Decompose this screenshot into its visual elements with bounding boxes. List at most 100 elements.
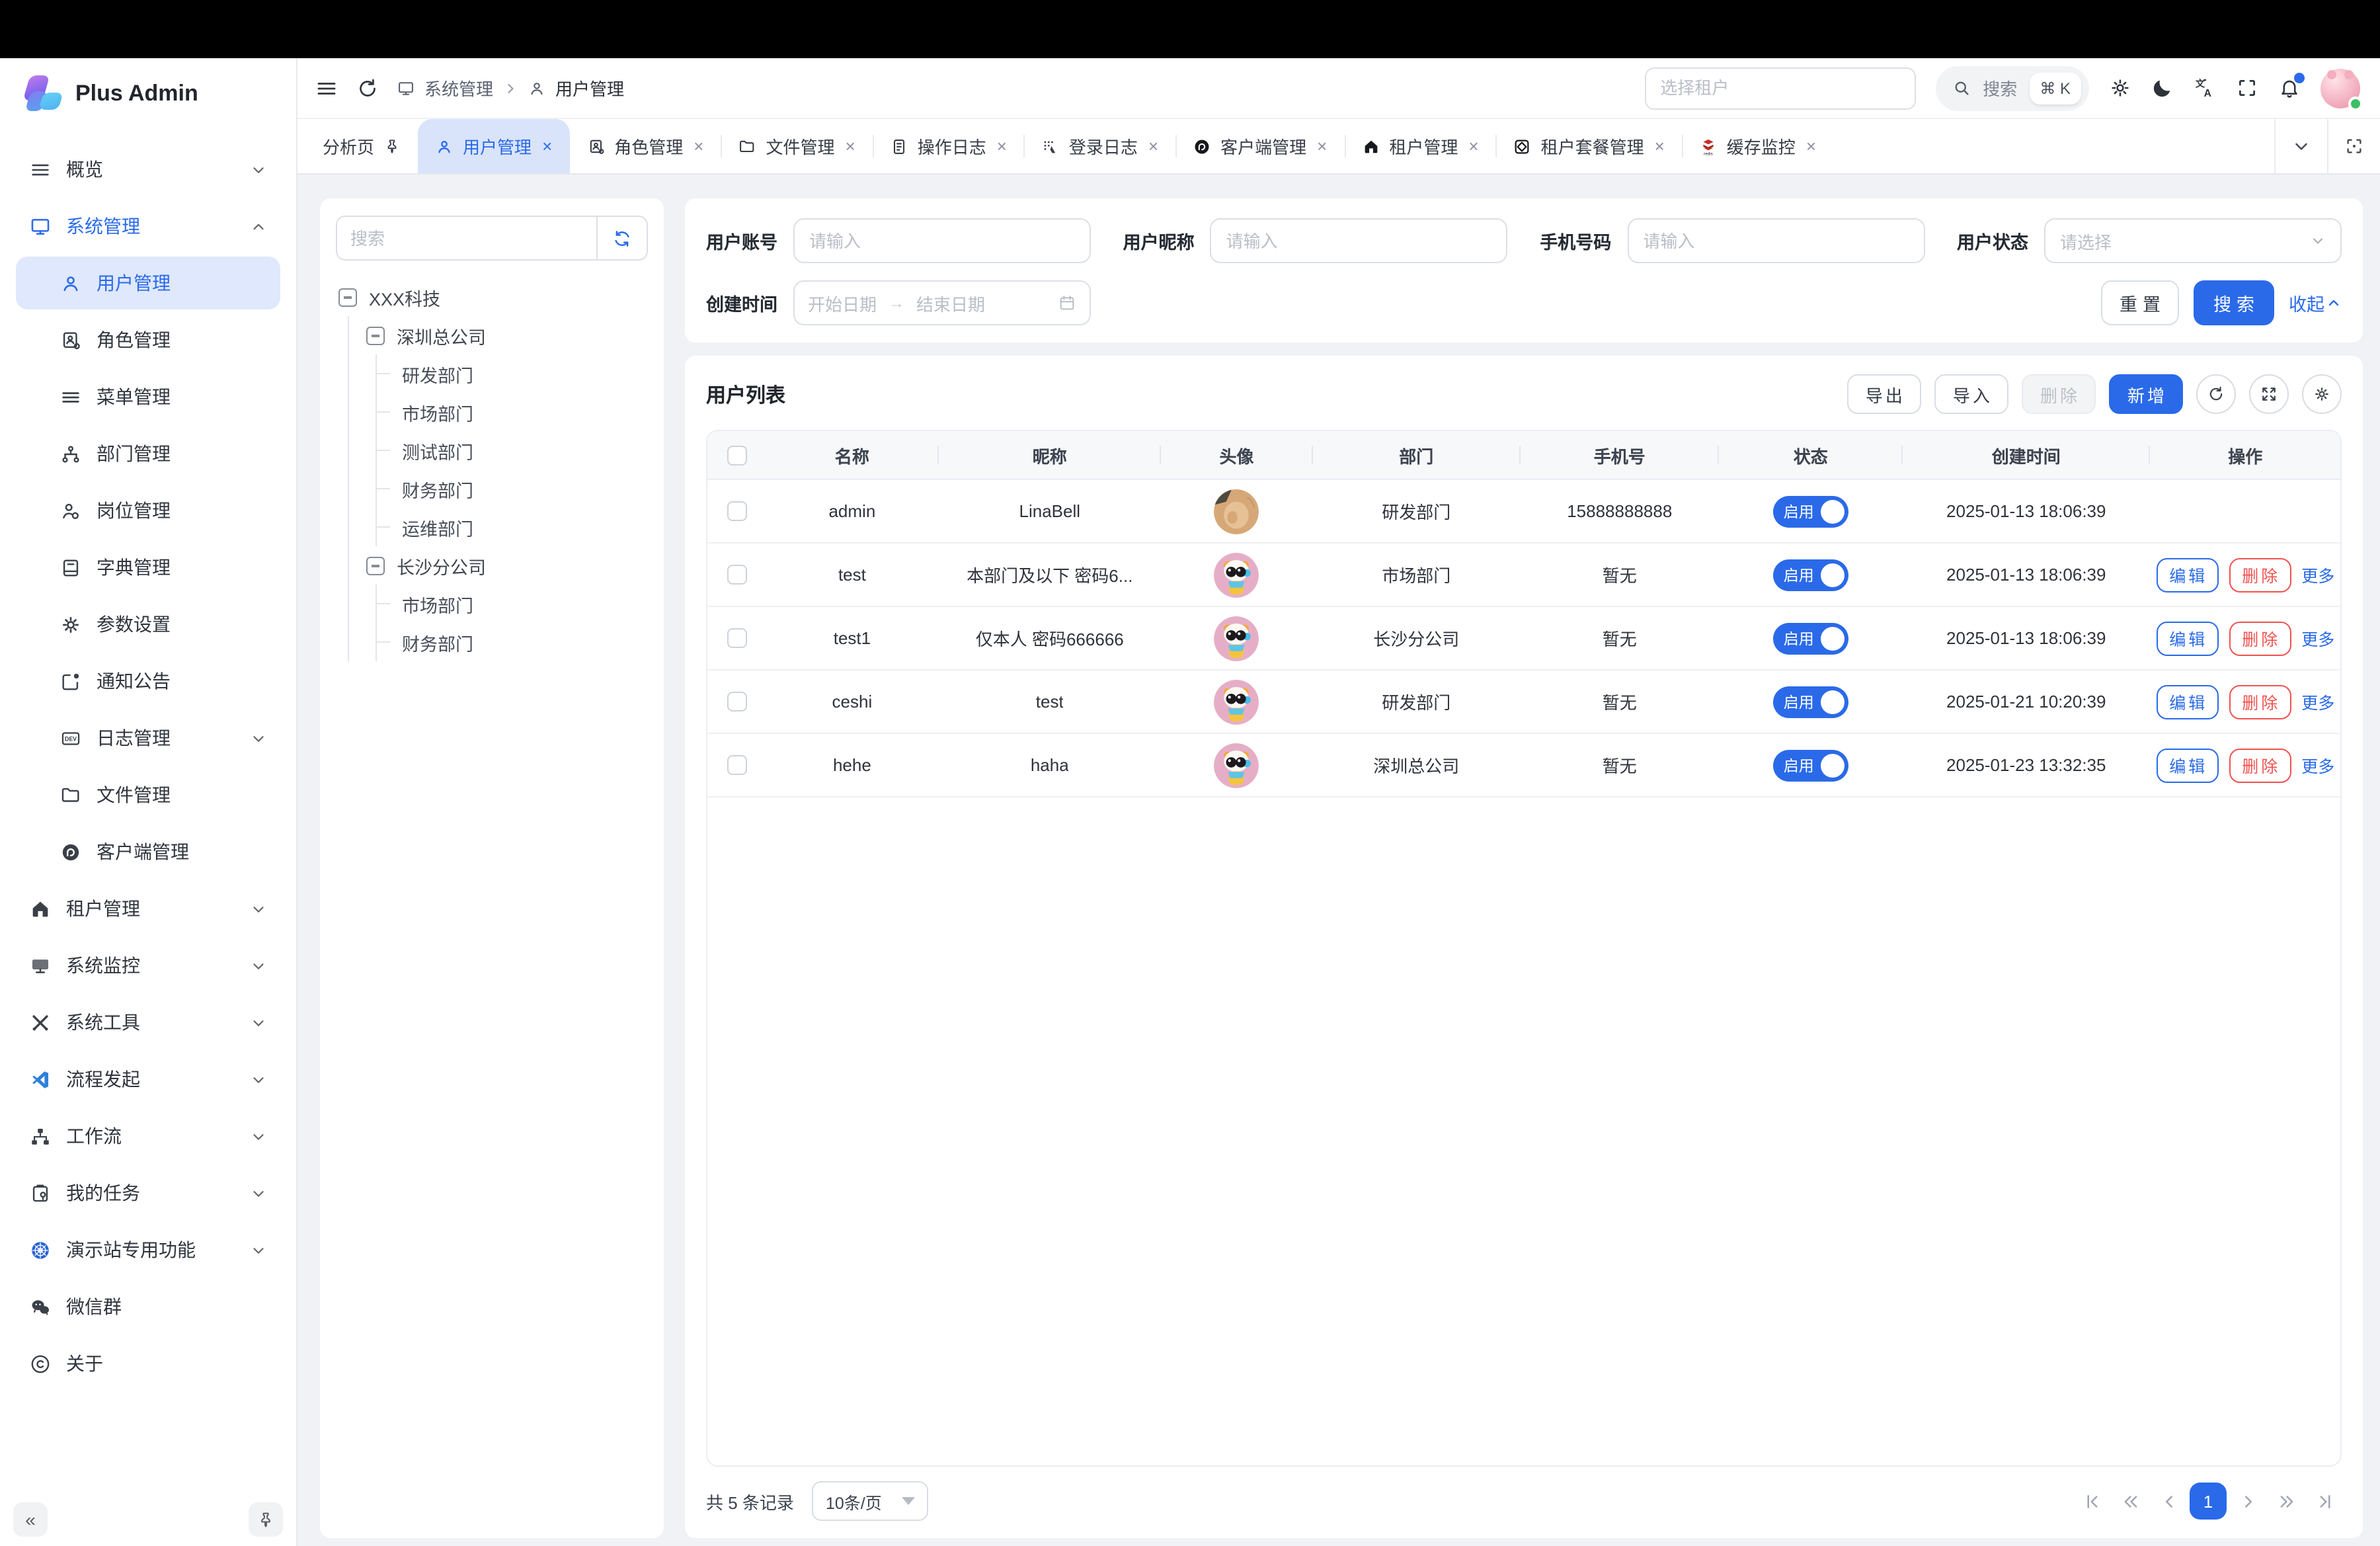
sidebar-item-post-management[interactable]: 岗位管理 <box>16 484 280 537</box>
translate-icon[interactable]: 文A <box>2194 77 2216 99</box>
status-toggle[interactable]: 启用 <box>1773 622 1848 654</box>
status-toggle[interactable]: 启用 <box>1773 749 1848 781</box>
user-avatar[interactable] <box>2320 68 2360 108</box>
sidebar-item-tenant-management[interactable]: 租户管理 <box>16 882 280 935</box>
tree-node[interactable]: 研发部门 <box>394 354 648 393</box>
tree-node[interactable]: 市场部门 <box>394 585 648 623</box>
close-icon[interactable]: × <box>1148 138 1158 155</box>
delete-row-button[interactable]: 删除 <box>2229 748 2291 782</box>
table-refresh-button[interactable] <box>2196 374 2236 414</box>
nickname-input[interactable] <box>1210 218 1508 263</box>
last-page-button[interactable] <box>2307 1483 2342 1520</box>
page-number-button[interactable]: 1 <box>2190 1483 2227 1520</box>
collapse-filter-link[interactable]: 收起 <box>2289 290 2342 316</box>
sidebar-item-role-management[interactable]: 角色管理 <box>16 313 280 366</box>
prev-page-button[interactable] <box>2151 1483 2186 1520</box>
more-button[interactable]: 更多 <box>2301 689 2334 714</box>
tree-node[interactable]: 深圳总公司 <box>366 316 648 354</box>
close-icon[interactable]: × <box>1655 138 1665 155</box>
row-checkbox[interactable] <box>727 755 746 775</box>
edit-button[interactable]: 编辑 <box>2156 684 2218 719</box>
tab-tenant-package[interactable]: 租户套餐管理 × <box>1496 119 1682 173</box>
import-button[interactable]: 导入 <box>1934 374 2008 414</box>
more-button[interactable]: 更多 <box>2301 753 2334 778</box>
breadcrumb-item[interactable]: 系统管理 <box>424 75 493 101</box>
status-select[interactable]: 请选择 <box>2044 218 2342 263</box>
table-settings-button[interactable] <box>2302 374 2342 414</box>
phone-input[interactable] <box>1627 218 1924 263</box>
tabs-dropdown-button[interactable] <box>2274 119 2327 173</box>
row-checkbox[interactable] <box>727 501 746 521</box>
edit-button[interactable]: 编辑 <box>2156 621 2218 655</box>
sidebar-item-wechat-group[interactable]: 微信群 <box>16 1280 280 1333</box>
edit-button[interactable]: 编辑 <box>2156 748 2218 782</box>
close-icon[interactable]: × <box>542 138 552 155</box>
sidebar-item-notice[interactable]: 通知公告 <box>16 655 280 708</box>
tree-node[interactable]: 长沙分公司 <box>366 546 648 585</box>
row-checkbox[interactable] <box>727 628 746 648</box>
close-icon[interactable]: × <box>694 138 703 155</box>
tree-node[interactable]: 运维部门 <box>394 508 648 546</box>
tree-node[interactable]: 财务部门 <box>394 469 648 508</box>
sidebar-item-dict-management[interactable]: 字典管理 <box>16 541 280 594</box>
tab-client-management[interactable]: 客户端管理 × <box>1175 119 1344 173</box>
tree-node[interactable]: 财务部门 <box>394 623 648 661</box>
sidebar-item-system-management[interactable]: 系统管理 <box>16 200 280 253</box>
edit-button[interactable]: 编辑 <box>2156 557 2218 592</box>
tab-analysis[interactable]: 分析页 <box>305 119 418 173</box>
sidebar-collapse-button[interactable]: « <box>13 1502 48 1537</box>
collapse-box-icon[interactable] <box>366 556 385 575</box>
sidebar-item-system-monitor[interactable]: 系统监控 <box>16 939 280 992</box>
content-fullscreen-button[interactable] <box>2327 119 2380 173</box>
tab-tenant-management[interactable]: 租户管理 × <box>1344 119 1495 173</box>
sidebar-item-log-management[interactable]: DEV 日志管理 <box>16 712 280 764</box>
delete-row-button[interactable]: 删除 <box>2229 557 2291 592</box>
collapse-box-icon[interactable] <box>366 326 385 345</box>
close-icon[interactable]: × <box>1317 138 1327 155</box>
status-toggle[interactable]: 启用 <box>1773 495 1848 527</box>
tab-user-management[interactable]: 用户管理 × <box>418 119 569 173</box>
export-button[interactable]: 导出 <box>1847 374 1921 414</box>
prev-5-pages-button[interactable] <box>2113 1483 2147 1520</box>
sidebar-item-workflow[interactable]: 工作流 <box>16 1110 280 1162</box>
search-button[interactable]: 搜索 <box>2194 280 2274 325</box>
tree-node[interactable]: 市场部门 <box>394 393 648 431</box>
next-5-pages-button[interactable] <box>2269 1483 2303 1520</box>
page-size-select[interactable]: 10条/页 <box>813 1481 929 1521</box>
close-icon[interactable]: × <box>997 138 1007 155</box>
sidebar-item-file-management[interactable]: 文件管理 <box>16 768 280 821</box>
sidebar-item-demo-features[interactable]: 演示站专用功能 <box>16 1223 280 1276</box>
notifications-button[interactable] <box>2278 77 2301 99</box>
sidebar-item-client-management[interactable]: 客户端管理 <box>16 825 280 878</box>
hamburger-icon[interactable] <box>315 76 338 100</box>
refresh-icon[interactable] <box>356 76 379 100</box>
sidebar-item-dept-management[interactable]: 部门管理 <box>16 427 280 480</box>
sidebar-item-param-settings[interactable]: 参数设置 <box>16 598 280 651</box>
sidebar-item-menu-management[interactable]: 菜单管理 <box>16 370 280 423</box>
close-icon[interactable]: × <box>1806 138 1816 155</box>
more-button[interactable]: 更多 <box>2301 626 2334 651</box>
tab-file-management[interactable]: 文件管理 × <box>721 119 872 173</box>
tab-role-management[interactable]: 角色管理 × <box>569 119 721 173</box>
sidebar-item-user-management[interactable]: 用户管理 <box>16 257 280 309</box>
account-input[interactable] <box>793 218 1091 263</box>
sidebar-item-overview[interactable]: 概览 <box>16 143 280 196</box>
table-fullscreen-button[interactable] <box>2249 374 2289 414</box>
tab-cache-monitor[interactable]: redis 缓存监控 × <box>1682 119 1833 173</box>
date-range-picker[interactable]: 开始日期 → 结束日期 <box>793 280 1091 325</box>
close-icon[interactable]: × <box>1468 138 1478 155</box>
first-page-button[interactable] <box>2075 1483 2109 1520</box>
sidebar-item-about[interactable]: 关于 <box>16 1337 280 1390</box>
row-checkbox[interactable] <box>727 565 746 585</box>
fullscreen-icon[interactable] <box>2236 77 2258 99</box>
dark-mode-moon-icon[interactable] <box>2151 77 2174 99</box>
tree-refresh-button[interactable] <box>596 217 647 259</box>
row-checkbox[interactable] <box>727 692 746 712</box>
next-page-button[interactable] <box>2231 1483 2265 1520</box>
collapse-box-icon[interactable] <box>338 288 357 306</box>
global-search-button[interactable]: 搜索 ⌘ K <box>1935 65 2089 110</box>
close-icon[interactable]: × <box>846 138 855 155</box>
tenant-select-input[interactable] <box>1644 67 1915 109</box>
more-button[interactable]: 更多 <box>2301 562 2334 587</box>
tab-login-log[interactable]: 登录日志 × <box>1024 119 1175 173</box>
